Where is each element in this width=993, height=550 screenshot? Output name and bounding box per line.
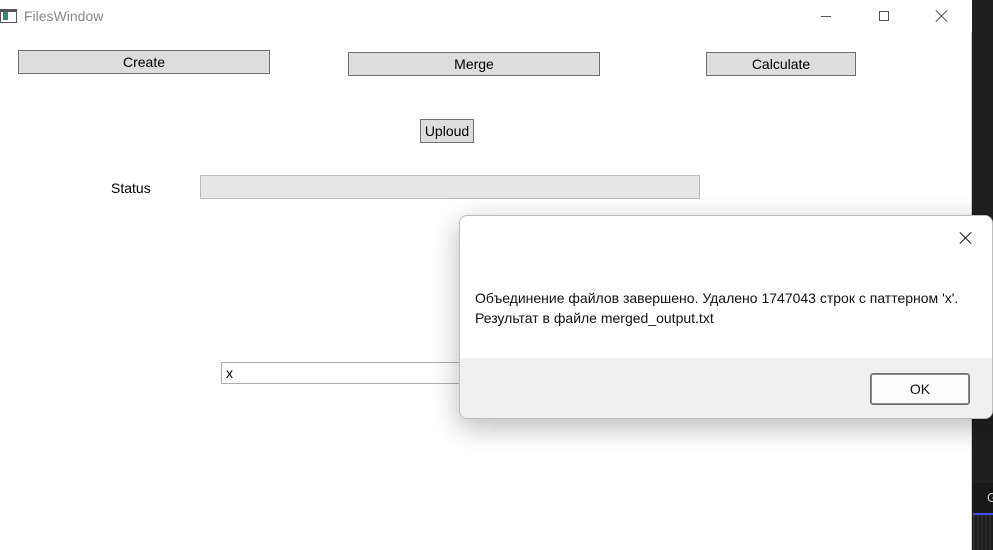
dialog-footer: OK <box>460 358 992 418</box>
app-window-icon <box>0 9 17 23</box>
dialog-message-line: Объединение файлов завершено. Удалено 17… <box>475 290 959 306</box>
calculate-button[interactable]: Calculate <box>706 52 856 76</box>
minimize-icon <box>821 15 831 17</box>
close-icon <box>960 232 972 244</box>
window-title: FilesWindow <box>24 8 104 24</box>
title-bar[interactable]: FilesWindow <box>0 0 972 32</box>
ok-button[interactable]: OK <box>870 373 970 405</box>
dialog-message: Объединение файлов завершено. Удалено 17… <box>475 288 975 328</box>
dialog-message-line: Результат в файле merged_output.txt <box>475 310 714 326</box>
background-tab: G <box>973 483 993 515</box>
merge-button[interactable]: Merge <box>348 52 600 76</box>
create-button[interactable]: Create <box>18 50 270 74</box>
minimize-button[interactable] <box>797 0 855 32</box>
status-progress-bar <box>200 175 700 199</box>
background-panel <box>973 515 993 550</box>
maximize-icon <box>879 11 889 21</box>
message-box-dialog: Объединение файлов завершено. Удалено 17… <box>459 215 993 419</box>
maximize-button[interactable] <box>855 0 913 32</box>
upload-button[interactable]: Uploud <box>420 119 474 143</box>
close-window-button[interactable] <box>913 0 971 32</box>
close-icon <box>936 10 948 22</box>
dialog-close-button[interactable] <box>956 228 976 248</box>
pattern-input[interactable] <box>221 362 471 384</box>
status-label: Status <box>111 180 151 196</box>
